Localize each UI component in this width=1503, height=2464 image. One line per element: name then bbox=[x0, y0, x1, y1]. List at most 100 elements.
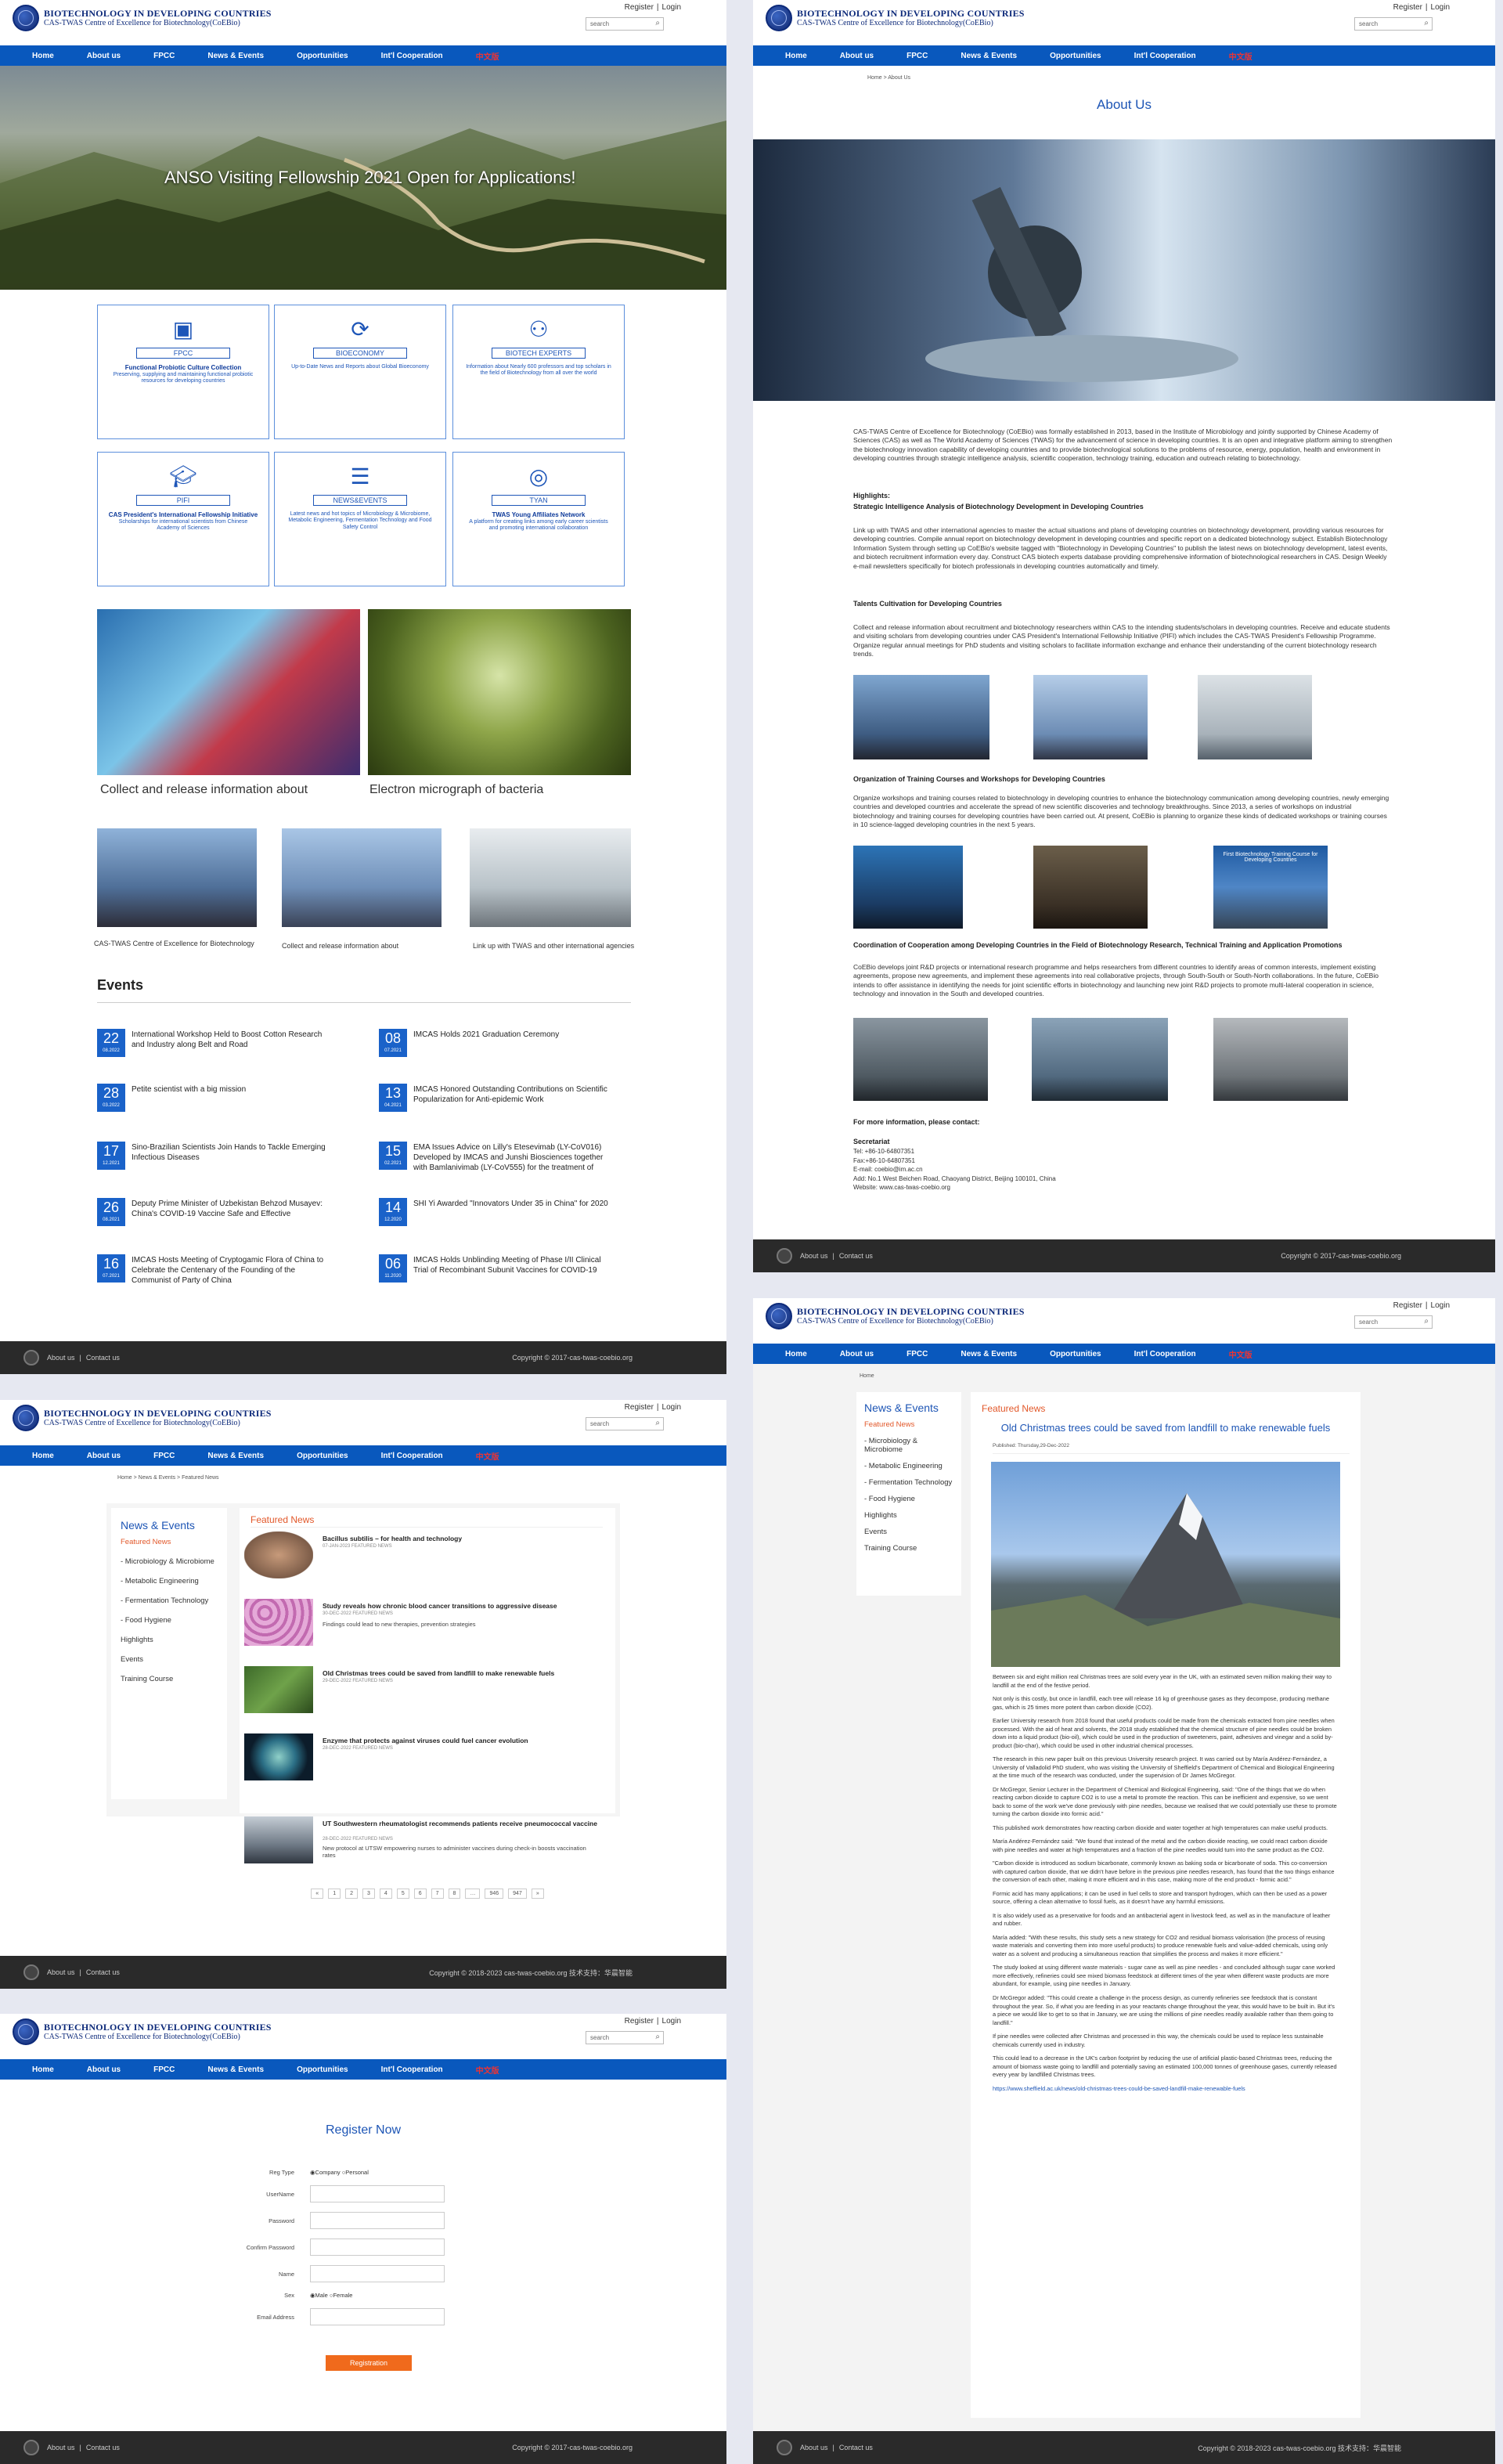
event-item[interactable]: 14 12.2020 SHI Yi Awarded "Innovators Unde… bbox=[379, 1198, 614, 1239]
register-link[interactable]: Register bbox=[1393, 3, 1422, 12]
nav-cooperation[interactable]: Int'l Cooperation bbox=[365, 2065, 460, 2074]
breadcrumb[interactable]: Home > About Us bbox=[867, 75, 910, 81]
footer-about-link[interactable]: About us bbox=[47, 1354, 75, 1362]
confirm-password-field[interactable] bbox=[310, 2239, 445, 2256]
sidebar-item-events[interactable]: Events bbox=[864, 1528, 953, 1536]
nav-home[interactable]: Home bbox=[16, 2065, 70, 2074]
sidebar-item-fermentation[interactable]: - Fermentation Technology bbox=[121, 1596, 218, 1605]
photo-award[interactable] bbox=[282, 828, 442, 927]
username-field[interactable] bbox=[310, 2185, 445, 2202]
nav-fpcc[interactable]: FPCC bbox=[890, 1350, 944, 1358]
search-icon[interactable]: ⌕ bbox=[655, 19, 660, 27]
sidebar-item-food[interactable]: - Food Hygiene bbox=[864, 1495, 953, 1503]
card-news-events[interactable]: ☰ NEWS&EVENTS Latest news and hot topics… bbox=[274, 452, 446, 586]
feature-image-bacteria[interactable] bbox=[368, 609, 631, 775]
nav-about[interactable]: About us bbox=[70, 2065, 137, 2074]
search-input[interactable]: search ⌕ bbox=[1354, 1315, 1433, 1329]
footer-about-link[interactable]: About us bbox=[47, 2444, 75, 2451]
event-item[interactable]: 17 12.2021 Sino-Brazilian Scientists Join … bbox=[97, 1142, 332, 1182]
register-link[interactable]: Register bbox=[625, 3, 654, 12]
nav-cooperation[interactable]: Int'l Cooperation bbox=[365, 52, 460, 60]
email-field[interactable] bbox=[310, 2308, 445, 2325]
sidebar-item-highlights[interactable]: Highlights bbox=[121, 1636, 218, 1644]
sidebar-item-metabolic[interactable]: - Metabolic Engineering bbox=[864, 1462, 953, 1470]
sidebar-item-featured[interactable]: Featured News bbox=[864, 1420, 953, 1429]
sidebar-item-food[interactable]: - Food Hygiene bbox=[121, 1616, 218, 1625]
nav-home[interactable]: Home bbox=[769, 1350, 824, 1358]
nav-about[interactable]: About us bbox=[824, 52, 890, 60]
page-number[interactable]: 3 bbox=[362, 1889, 375, 1899]
article-source-link[interactable]: https://www.sheffield.ac.uk/news/old-chr… bbox=[993, 2085, 1339, 2094]
event-item[interactable]: 08 07.2021 IMCAS Holds 2021 Graduation Cer… bbox=[379, 1029, 614, 1070]
footer-about-link[interactable]: About us bbox=[47, 1968, 75, 1976]
page-number[interactable]: 1 bbox=[328, 1889, 341, 1899]
page-prev[interactable]: « bbox=[311, 1889, 324, 1899]
nav-opportunities[interactable]: Opportunities bbox=[280, 1452, 365, 1460]
nav-about[interactable]: About us bbox=[824, 1350, 890, 1358]
search-icon[interactable]: ⌕ bbox=[655, 2033, 660, 2041]
news-item[interactable]: Enzyme that protects against viruses cou… bbox=[244, 1733, 604, 1788]
sidebar-item-events[interactable]: Events bbox=[121, 1655, 218, 1664]
nav-about[interactable]: About us bbox=[70, 1452, 137, 1460]
login-link[interactable]: Login bbox=[662, 2017, 681, 2026]
card-biotech-experts[interactable]: ⚇ BIOTECH EXPERTS Information about Near… bbox=[452, 305, 625, 439]
card-fpcc[interactable]: ▣ FPCC Functional Probiotic Culture Coll… bbox=[97, 305, 269, 439]
feature-image-lab[interactable] bbox=[97, 609, 360, 775]
search-input[interactable]: search ⌕ bbox=[586, 2031, 664, 2044]
search-input[interactable]: search ⌕ bbox=[586, 17, 664, 31]
nav-news[interactable]: News & Events bbox=[191, 1452, 280, 1460]
nav-opportunities[interactable]: Opportunities bbox=[280, 52, 365, 60]
search-icon[interactable]: ⌕ bbox=[1424, 19, 1429, 27]
login-link[interactable]: Login bbox=[1431, 1301, 1450, 1310]
page-number[interactable]: 947 bbox=[508, 1889, 527, 1899]
search-input[interactable]: search ⌕ bbox=[586, 1417, 664, 1430]
page-number[interactable]: 4 bbox=[379, 1889, 392, 1899]
footer-contact-link[interactable]: Contact us bbox=[86, 2444, 120, 2451]
sidebar-item-training[interactable]: Training Course bbox=[121, 1675, 218, 1683]
page-number[interactable]: 2 bbox=[345, 1889, 358, 1899]
nav-home[interactable]: Home bbox=[16, 1452, 70, 1460]
event-item[interactable]: 26 08.2021 Deputy Prime Minister of Uzbeki… bbox=[97, 1198, 332, 1239]
login-link[interactable]: Login bbox=[662, 1403, 681, 1412]
page-number[interactable]: 5 bbox=[396, 1889, 409, 1899]
photo-ceremony[interactable] bbox=[97, 828, 257, 927]
nav-about[interactable]: About us bbox=[70, 52, 137, 60]
footer-contact-link[interactable]: Contact us bbox=[86, 1968, 120, 1976]
hero-banner[interactable]: ANSO Visiting Fellowship 2021 Open for A… bbox=[0, 66, 726, 290]
nav-chinese[interactable]: 中文版 bbox=[460, 1450, 516, 1462]
nav-chinese[interactable]: 中文版 bbox=[460, 2064, 516, 2076]
footer-contact-link[interactable]: Contact us bbox=[839, 1252, 873, 1260]
card-bioeconomy[interactable]: ⟳ BIOECONOMY Up-to-Date News and Reports… bbox=[274, 305, 446, 439]
event-item[interactable]: 13 04.2021 IMCAS Honored Outstanding Contr… bbox=[379, 1084, 614, 1124]
site-logo[interactable]: BIOTECHNOLOGY IN DEVELOPING COUNTRIES CAS… bbox=[766, 5, 1025, 31]
card-pifi[interactable]: 🎓︎ PIFI CAS President's International Fe… bbox=[97, 452, 269, 586]
nav-chinese[interactable]: 中文版 bbox=[460, 50, 516, 62]
nav-opportunities[interactable]: Opportunities bbox=[1033, 1350, 1118, 1358]
footer-contact-link[interactable]: Contact us bbox=[86, 1354, 120, 1362]
page-number[interactable]: 8 bbox=[448, 1889, 461, 1899]
sidebar-item-metabolic[interactable]: - Metabolic Engineering bbox=[121, 1577, 218, 1586]
nav-cooperation[interactable]: Int'l Cooperation bbox=[365, 1452, 460, 1460]
register-link[interactable]: Register bbox=[625, 2017, 654, 2026]
news-item[interactable]: Bacillus subtilis – for health and techn… bbox=[244, 1531, 604, 1586]
news-item[interactable]: Study reveals how chronic blood cancer t… bbox=[244, 1599, 604, 1654]
nav-news[interactable]: News & Events bbox=[191, 2065, 280, 2074]
register-link[interactable]: Register bbox=[1393, 1301, 1422, 1310]
nav-home[interactable]: Home bbox=[769, 52, 824, 60]
news-item[interactable]: Old Christmas trees could be saved from … bbox=[244, 1666, 604, 1721]
registration-button[interactable]: Registration bbox=[326, 2355, 412, 2371]
page-number[interactable]: 6 bbox=[413, 1889, 427, 1899]
sidebar-item-featured[interactable]: Featured News bbox=[121, 1538, 218, 1546]
search-input[interactable]: search ⌕ bbox=[1354, 17, 1433, 31]
search-icon[interactable]: ⌕ bbox=[1424, 1317, 1429, 1326]
sidebar-item-fermentation[interactable]: - Fermentation Technology bbox=[864, 1478, 953, 1487]
site-logo[interactable]: BIOTECHNOLOGY IN DEVELOPING COUNTRIES CAS… bbox=[13, 5, 272, 31]
nav-chinese[interactable]: 中文版 bbox=[1213, 1348, 1269, 1360]
nav-fpcc[interactable]: FPCC bbox=[137, 2065, 191, 2074]
page-number[interactable]: 7 bbox=[431, 1889, 444, 1899]
login-link[interactable]: Login bbox=[1431, 3, 1450, 12]
sidebar-item-microbiology[interactable]: - Microbiology & Microbiome bbox=[864, 1437, 953, 1454]
nav-news[interactable]: News & Events bbox=[191, 52, 280, 60]
page-number[interactable]: 946 bbox=[485, 1889, 504, 1899]
page-next[interactable]: » bbox=[531, 1889, 544, 1899]
